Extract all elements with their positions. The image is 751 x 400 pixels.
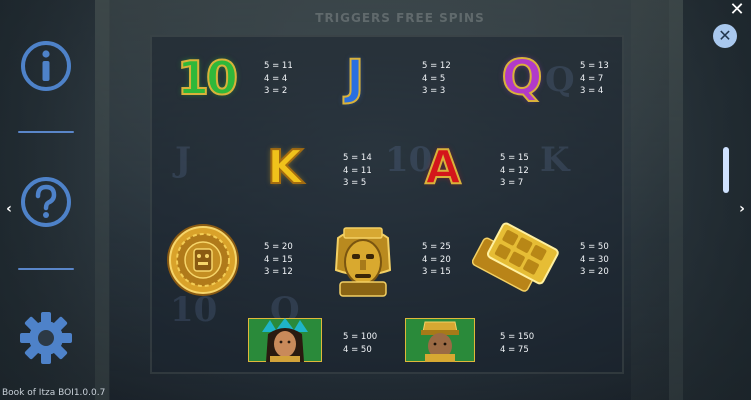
next-page-arrow-icon[interactable]: › xyxy=(736,201,748,217)
help-button[interactable] xyxy=(18,174,74,230)
menu-divider xyxy=(18,268,74,270)
info-button[interactable] xyxy=(18,38,74,94)
paytable-jack: 5 = 12 4 = 5 3 = 3 xyxy=(422,61,451,96)
paytable-ten: 5 = 11 4 = 4 3 = 2 xyxy=(264,61,293,96)
symbol-golden-mask xyxy=(330,220,396,300)
calendar-disc-icon xyxy=(167,224,239,296)
symbol-jack: J xyxy=(345,49,365,107)
background-ghost-k: K xyxy=(540,140,570,180)
gear-icon xyxy=(20,312,72,364)
golden-mask-icon xyxy=(334,227,392,297)
symbol-warrior xyxy=(405,318,475,362)
priestess-icon xyxy=(248,318,322,362)
background-banner: TRIGGERS FREE SPINS xyxy=(315,11,485,25)
symbol-ace: A xyxy=(424,139,462,195)
paytable-ace: 5 = 15 4 = 12 3 = 7 xyxy=(500,153,529,188)
paytable-warrior: 5 = 150 4 = 75 xyxy=(500,332,535,355)
menu-divider xyxy=(18,131,74,133)
paytable-queen: 5 = 13 4 = 7 3 = 4 xyxy=(580,61,609,96)
symbol-king: K xyxy=(266,139,304,195)
paytable-king: 5 = 14 4 = 11 3 = 5 xyxy=(343,153,372,188)
symbol-queen: Q xyxy=(501,49,544,107)
scroll-handle[interactable] xyxy=(723,147,729,193)
close-icon[interactable]: ✕ xyxy=(729,1,745,19)
version-label: Book of Itza BOI1.0.0.7 xyxy=(2,388,106,398)
golden-tablets-icon xyxy=(472,222,559,292)
paytable-golden-tablets: 5 = 50 4 = 30 3 = 20 xyxy=(580,242,609,277)
prev-page-arrow-icon[interactable]: ‹ xyxy=(3,201,15,217)
symbol-golden-tablets xyxy=(472,218,560,302)
paytable-calendar-disc: 5 = 20 4 = 15 3 = 12 xyxy=(264,242,293,277)
warrior-icon xyxy=(405,318,475,362)
symbol-priestess xyxy=(248,318,322,362)
paytable-priestess: 5 = 100 4 = 50 xyxy=(343,332,378,355)
close-paytable-button[interactable]: ✕ xyxy=(713,24,737,48)
question-icon xyxy=(21,177,71,227)
paytable-golden-mask: 5 = 25 4 = 20 3 = 15 xyxy=(422,242,451,277)
info-icon xyxy=(21,41,71,91)
background-ghost-j: J xyxy=(175,140,192,180)
symbol-calendar-disc xyxy=(165,222,241,298)
symbol-ten: 10 xyxy=(176,50,239,106)
settings-button[interactable] xyxy=(18,310,74,366)
